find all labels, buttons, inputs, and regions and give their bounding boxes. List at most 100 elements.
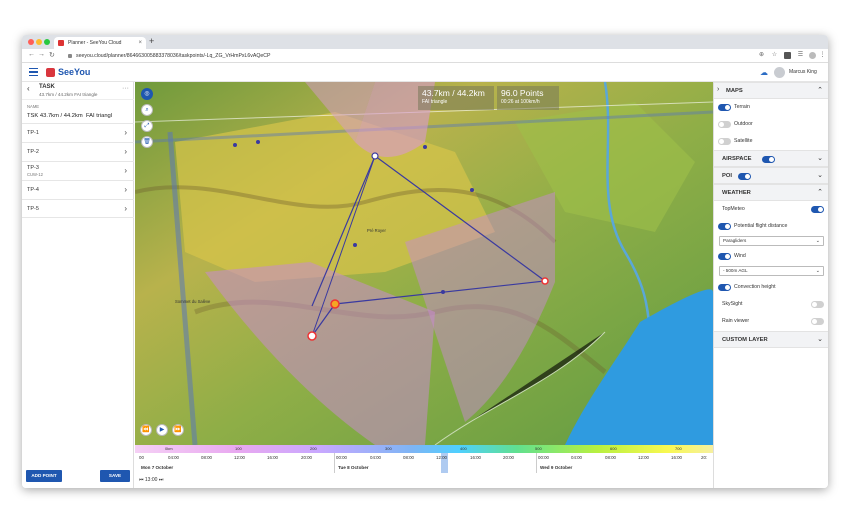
user-name[interactable]: Marcus King: [789, 69, 817, 75]
task-distance-box: 43.7km / 44.2km FAI triangle: [418, 86, 494, 110]
back-chevron-icon[interactable]: ‹: [27, 84, 30, 93]
task-name-input[interactable]: [27, 111, 131, 120]
terrain-option[interactable]: Terrain: [714, 99, 828, 115]
rewind-icon[interactable]: ⏪: [140, 424, 152, 436]
convection-toggle[interactable]: [718, 284, 731, 291]
more-menu-icon[interactable]: ⋮: [819, 52, 826, 59]
skysight-option[interactable]: SkySight: [714, 296, 828, 312]
profile-icon[interactable]: [809, 52, 816, 59]
step-back-icon[interactable]: ⏮: [139, 477, 144, 483]
maps-section-header[interactable]: › MAPS ⌃: [714, 82, 828, 99]
new-tab-button[interactable]: +: [149, 36, 154, 46]
play-icon[interactable]: ▶: [156, 424, 168, 436]
rain-viewer-option[interactable]: Rain viewer: [714, 313, 828, 329]
turnpoint-row-4[interactable]: TP-4 ›: [22, 180, 134, 199]
potential-flight-option[interactable]: Potential flight distance: [714, 218, 828, 234]
layers-button[interactable]: ◎: [141, 88, 153, 100]
weather-section-header[interactable]: WEATHER ⌃: [714, 184, 828, 201]
name-label: NAME: [27, 104, 40, 109]
route-icon[interactable]: ⤢: [141, 120, 153, 132]
hour-label: 08:00: [201, 455, 212, 460]
maximize-window-button[interactable]: [44, 39, 50, 45]
forward-arrow-icon[interactable]: →: [38, 51, 45, 58]
convection-option[interactable]: Convection height: [714, 279, 828, 295]
minimize-window-button[interactable]: [36, 39, 42, 45]
wind-toggle[interactable]: [718, 253, 731, 260]
reload-icon[interactable]: ↻: [49, 51, 55, 59]
day-separator: [536, 453, 537, 473]
turnpoint-row-2[interactable]: TP-2 ›: [22, 142, 134, 161]
airspace-section-header[interactable]: AIRSPACE ⌄: [714, 150, 828, 167]
option-label: Wind: [734, 253, 746, 259]
finish-point-marker[interactable]: [307, 331, 317, 341]
wind-option[interactable]: Wind: [714, 248, 828, 264]
more-options-icon[interactable]: ···: [122, 85, 129, 92]
map-canvas[interactable]: [135, 82, 713, 445]
star-icon[interactable]: ☆: [771, 52, 778, 59]
hamburger-menu-icon[interactable]: [29, 68, 38, 77]
custom-layer-section-header[interactable]: CUSTOM LAYER ⌄: [714, 331, 828, 348]
waypoint-dot[interactable]: [233, 143, 237, 147]
hour-label: 12:00: [638, 455, 649, 460]
terrain-map[interactable]: ◎ ⌕ ⤢ 🗑 43.7km / 44.2km FAI triangle 96.…: [135, 82, 713, 445]
close-window-button[interactable]: [28, 39, 34, 45]
waypoint-dot[interactable]: [423, 145, 427, 149]
topmeteo-toggle[interactable]: [811, 206, 824, 213]
waypoint-dot[interactable]: [441, 290, 445, 294]
chevron-down-icon: ⌄: [817, 336, 823, 343]
extension-icon[interactable]: [784, 52, 791, 59]
turnpoint-row-1[interactable]: TP-1 ›: [22, 123, 134, 142]
turnpoint-row-3[interactable]: TP-3 CUW-12 ›: [22, 161, 134, 180]
turnpoint-marker[interactable]: [541, 277, 549, 285]
option-label: Potential flight distance: [734, 223, 788, 229]
tab-close-icon[interactable]: ×: [138, 37, 142, 49]
back-arrow-icon[interactable]: ←: [28, 51, 35, 58]
outdoor-option[interactable]: Outdoor: [714, 116, 828, 132]
save-button[interactable]: SAVE: [100, 470, 130, 482]
layers-panel: › MAPS ⌃ Terrain Outdoor Satellite AIRSP…: [713, 82, 828, 488]
cloud-upload-icon[interactable]: ☁: [760, 68, 768, 77]
outdoor-toggle[interactable]: [718, 121, 731, 128]
waypoint-dot[interactable]: [470, 188, 474, 192]
satellite-toggle[interactable]: [718, 138, 731, 145]
app-header: SeeYou ☁ Marcus King: [22, 63, 828, 82]
poi-toggle[interactable]: [738, 173, 751, 180]
poi-section-header[interactable]: POI ⌄: [714, 167, 828, 184]
hour-label: 00: [139, 455, 144, 460]
target-icon[interactable]: ⊕: [758, 52, 765, 59]
turnpoint-name: TP-3: [27, 165, 39, 171]
terrain-toggle[interactable]: [718, 104, 731, 111]
waypoint-dot[interactable]: [353, 243, 357, 247]
select-value: Paragliders: [723, 238, 747, 243]
step-forward-icon[interactable]: ⏭: [159, 477, 164, 483]
waypoint-dot[interactable]: [256, 140, 260, 144]
wind-level-select[interactable]: - 500m AGL ⌄: [719, 266, 824, 276]
start-point-marker[interactable]: [330, 299, 340, 309]
airspace-toggle[interactable]: [762, 156, 775, 163]
satellite-option[interactable]: Satellite: [714, 133, 828, 149]
scale-label: 100: [235, 446, 242, 451]
aircraft-type-select[interactable]: Paragliders ⌄: [719, 236, 824, 246]
fast-forward-icon[interactable]: ⏩: [172, 424, 184, 436]
rain-viewer-toggle[interactable]: [811, 318, 824, 325]
option-label: Rain viewer: [722, 318, 750, 324]
list-icon[interactable]: ☰: [797, 52, 804, 59]
day-label: Wed 9 October: [540, 465, 573, 470]
chevron-up-icon: ⌃: [817, 189, 823, 196]
trash-icon[interactable]: 🗑: [141, 136, 153, 148]
search-icon[interactable]: ⌕: [141, 104, 153, 116]
option-label: TopMeteo: [722, 206, 745, 212]
turnpoint-marker[interactable]: [371, 152, 379, 160]
seeyou-logo[interactable]: SeeYou: [46, 67, 90, 78]
turnpoint-row-5[interactable]: TP-5 ›: [22, 199, 134, 218]
chevron-right-icon: ›: [124, 204, 127, 213]
time-slider[interactable]: 0km 100 200 300 400 500 600 700 00 04:00…: [135, 445, 713, 488]
url-field[interactable]: seeyou.cloud/planner/8646630058833780​36…: [68, 51, 758, 61]
add-point-button[interactable]: ADD POINT: [26, 470, 62, 482]
avatar[interactable]: [774, 67, 785, 78]
skysight-toggle[interactable]: [811, 301, 824, 308]
potential-flight-toggle[interactable]: [718, 223, 731, 230]
section-title: CUSTOM LAYER: [722, 337, 768, 343]
browser-tab[interactable]: Planner - SeeYou Cloud ×: [54, 37, 146, 49]
topmeteo-option[interactable]: TopMeteo: [714, 201, 828, 217]
